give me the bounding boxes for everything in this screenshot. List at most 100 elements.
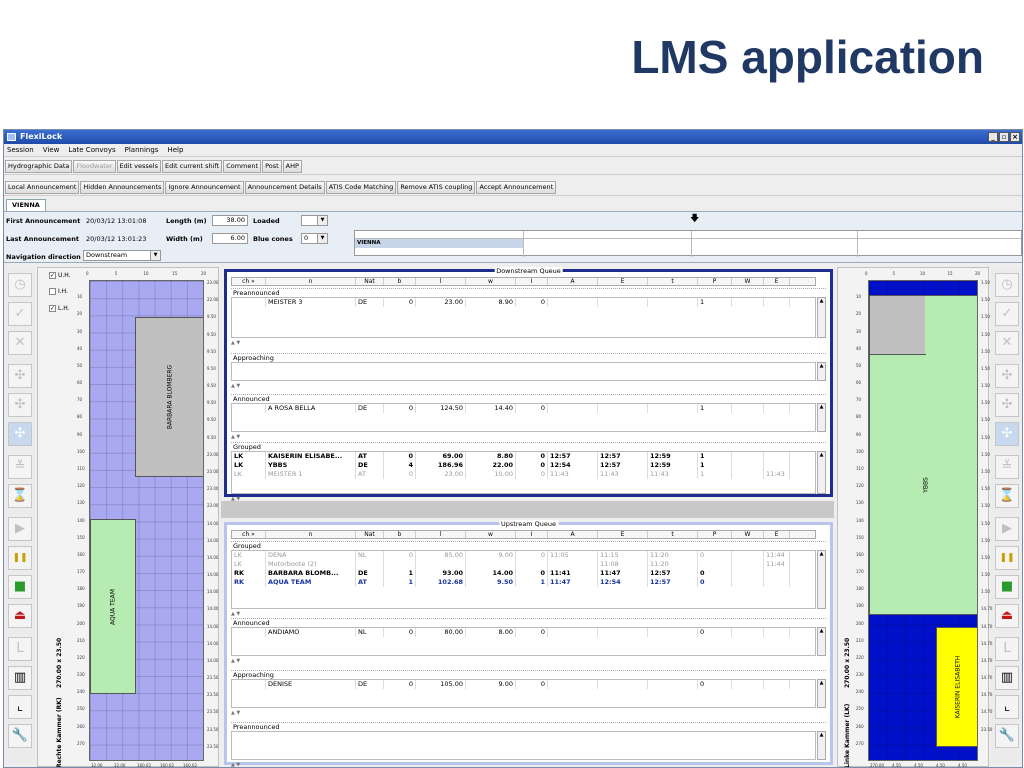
table-row[interactable]: LK YBBS DE 4 186.96 22.00 0 12:54 12:57 12:59 1	[232, 461, 815, 470]
vessel-barbara-blomberg[interactable]: BARBARA BLOMBERG	[135, 317, 203, 477]
checkbox-uh[interactable]: ✓ U.H.	[49, 272, 71, 279]
book-icon[interactable]: ▥	[995, 666, 1019, 690]
menu-late-convoys[interactable]: Late Convoys	[68, 144, 115, 156]
scroll-up-icon[interactable]: ▲	[818, 551, 825, 557]
play-icon[interactable]: ▶	[995, 517, 1019, 541]
green-square-icon[interactable]: ■	[8, 575, 32, 599]
column-header-3[interactable]: b	[384, 531, 416, 538]
group-collapse-arrows-icon[interactable]: ▲ ▼	[231, 611, 240, 617]
column-header-7[interactable]: A	[548, 531, 598, 538]
comment-button[interactable]: Comment	[223, 160, 262, 173]
scroll-up-icon[interactable]: ▲	[818, 732, 825, 738]
ignore-announcement-button[interactable]: Ignore Announcement	[165, 181, 244, 194]
check-icon[interactable]: ✓	[8, 302, 32, 326]
lock-timeline[interactable]: VIENNA	[354, 230, 1022, 257]
column-header-6[interactable]: I	[516, 278, 548, 285]
cross-icon[interactable]: ✕	[995, 331, 1019, 355]
group-collapse-arrows-icon[interactable]: ▲ ▼	[231, 434, 240, 440]
checkbox-lh-box[interactable]: ✓	[49, 305, 56, 312]
crop-icon[interactable]: ⌞	[995, 695, 1019, 719]
column-header-5[interactable]: w	[466, 278, 516, 285]
group-collapse-arrows-icon[interactable]: ▲ ▼	[231, 658, 240, 664]
column-header-12[interactable]: E	[764, 278, 790, 285]
menu-help[interactable]: Help	[167, 144, 183, 156]
length-field[interactable]: 38.00	[212, 215, 248, 226]
scroll-up-icon[interactable]: ▲	[818, 680, 825, 686]
column-header-0[interactable]: ch »	[232, 278, 266, 285]
eject-icon[interactable]: ⏏	[8, 604, 32, 628]
column-header-11[interactable]: W	[732, 278, 764, 285]
atis-code-matching-button[interactable]: ATIS Code Matching	[325, 181, 397, 194]
group-collapse-arrows-icon[interactable]: ▲ ▼	[231, 762, 240, 767]
scroll-up-icon[interactable]: ▲	[818, 452, 825, 458]
column-header-8[interactable]: E	[598, 278, 648, 285]
loaded-select[interactable]: ▼	[301, 215, 328, 226]
scroll-up-icon[interactable]: ▲	[818, 628, 825, 634]
floodwater-button[interactable]: Floodwater	[73, 160, 116, 173]
remove-atis-coupling-button[interactable]: Remove ATIS coupling	[397, 181, 476, 194]
collapse-icon[interactable]: ≚	[995, 455, 1019, 479]
column-header-4[interactable]: l	[416, 531, 466, 538]
column-header-4[interactable]: l	[416, 278, 466, 285]
column-header-3[interactable]: b	[384, 278, 416, 285]
column-header-9[interactable]: t	[648, 278, 698, 285]
scroll-up-icon[interactable]: ▲	[818, 298, 825, 304]
vessel-ybbs[interactable]: YBBS	[869, 354, 930, 615]
scrollbar[interactable]: ▲	[817, 679, 826, 708]
move-icon[interactable]: ✣	[8, 364, 32, 388]
book-icon[interactable]: ▥	[8, 666, 32, 690]
checkbox-lh[interactable]: ✓ L.H.	[49, 305, 70, 312]
left-chamber-grid[interactable]: BARBARA BLOMBERG AQUA TEAM	[89, 280, 204, 761]
maximize-button[interactable]: ▫	[999, 132, 1009, 142]
move-active-icon[interactable]: ✣	[995, 422, 1019, 446]
column-header-10[interactable]: P	[698, 278, 732, 285]
green-square-icon[interactable]: ■	[995, 575, 1019, 599]
l-shape-icon[interactable]: L	[995, 637, 1019, 661]
column-header-8[interactable]: E	[598, 531, 648, 538]
menu-session[interactable]: Session	[7, 144, 34, 156]
menu-plannings[interactable]: Plannings	[125, 144, 159, 156]
check-icon[interactable]: ✓	[995, 302, 1019, 326]
group-collapse-arrows-icon[interactable]: ▲ ▼	[231, 710, 240, 716]
crop-icon[interactable]: ⌞	[8, 695, 32, 719]
column-header-11[interactable]: W	[732, 531, 764, 538]
scroll-up-icon[interactable]: ▲	[818, 363, 825, 369]
column-header-9[interactable]: t	[648, 531, 698, 538]
column-header-1[interactable]: n	[266, 531, 356, 538]
clock-icon[interactable]: ◷	[8, 273, 32, 297]
table-row[interactable]: A ROSA BELLA DE 0 124.50 14.40 0 1	[232, 404, 815, 413]
move-icon[interactable]: ✣	[995, 364, 1019, 388]
table-row[interactable]: RK AQUA TEAM AT 1 102.68 9.50 1 11:47 12:54 12:57…	[232, 578, 815, 587]
hourglass-icon[interactable]: ⌛	[8, 484, 32, 508]
cross-icon[interactable]: ✕	[8, 331, 32, 355]
table-row[interactable]: ANDIAMO NL 0 80.00 8.00 0 0	[232, 628, 815, 637]
eject-icon[interactable]: ⏏	[995, 604, 1019, 628]
column-header-6[interactable]: I	[516, 531, 548, 538]
scrollbar[interactable]: ▲	[817, 550, 826, 609]
close-button[interactable]: ×	[1010, 132, 1020, 142]
accept-announcement-button[interactable]: Accept Announcement	[476, 181, 557, 194]
group-collapse-arrows-icon[interactable]: ▲ ▼	[231, 340, 240, 346]
scroll-up-icon[interactable]: ▲	[818, 404, 825, 410]
wrench-icon[interactable]: 🔧	[995, 724, 1019, 748]
checkbox-ih[interactable]: I.H.	[49, 288, 68, 295]
move-small-icon[interactable]: ✣	[995, 393, 1019, 417]
table-row[interactable]: LK MEISTER 1 AT 0 23.00 10.00 0 11:43 11:43 11:43…	[232, 470, 815, 479]
column-header-0[interactable]: ch »	[232, 531, 266, 538]
column-header-5[interactable]: w	[466, 531, 516, 538]
column-header-12[interactable]: E	[764, 531, 790, 538]
column-header-10[interactable]: P	[698, 531, 732, 538]
vessel-aqua-team[interactable]: AQUA TEAM	[90, 519, 136, 694]
edit-current-shift-button[interactable]: Edit current shift	[162, 160, 223, 173]
table-row[interactable]: LK DENA NL 0 85.00 9.00 0 11:05 11:15 11:20 0 11:44	[232, 551, 815, 560]
scrollbar[interactable]: ▲	[817, 362, 826, 381]
scrollbar[interactable]: ▲	[817, 731, 826, 760]
queue-splitter[interactable]	[221, 501, 834, 518]
table-row[interactable]: LK KAISERIN ELISABE... AT 0 69.00 8.80 0 12:57 1…	[232, 452, 815, 461]
move-active-icon[interactable]: ✣	[8, 422, 32, 446]
right-chamber-grid[interactable]: YBBS KAISERIN ELISABETH	[868, 280, 978, 761]
column-header-7[interactable]: A	[548, 278, 598, 285]
wrench-icon[interactable]: 🔧	[8, 724, 32, 748]
ahp-button[interactable]: AHP	[282, 160, 302, 173]
width-field[interactable]: 6.00	[212, 233, 248, 244]
